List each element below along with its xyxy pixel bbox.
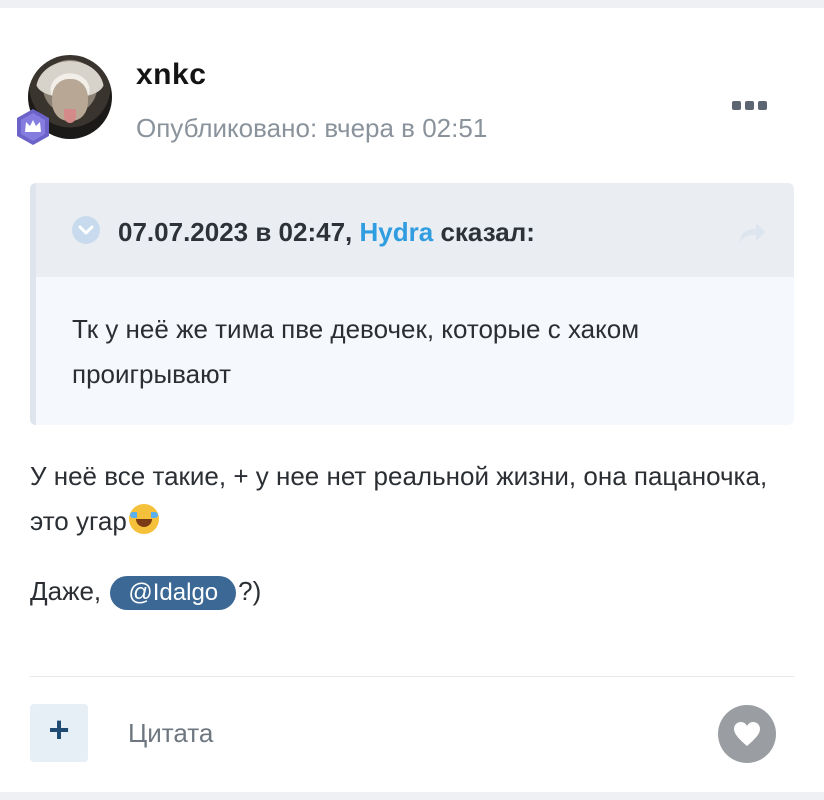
user-mention[interactable]: @Idalgo (110, 576, 237, 610)
quote-header: 07.07.2023 в 02:47, Hydra сказал: (36, 183, 794, 277)
ellipsis-icon[interactable] (730, 94, 770, 118)
post-paragraph: У неё все такие, + у нее нет реальной жи… (30, 454, 790, 544)
post-card: xnkc Опубликовано: вчера в 02:51 07.07.2… (0, 8, 824, 792)
heart-icon (734, 722, 760, 746)
line2-suffix: ?) (238, 576, 262, 606)
quote-said: сказал: (440, 217, 535, 247)
quote-text: Тк у неё же тима пве девочек, которые с … (72, 314, 640, 389)
plus-label: + (48, 709, 70, 750)
multiquote-plus-button[interactable]: + (30, 704, 88, 762)
share-arrow-icon[interactable] (736, 221, 768, 250)
quoted-user-link[interactable]: Hydra (360, 217, 434, 247)
post-timestamp[interactable]: Опубликовано: вчера в 02:51 (136, 113, 487, 144)
footer-divider (30, 676, 794, 677)
quote-block: 07.07.2023 в 02:47, Hydra сказал: Тк у н… (30, 183, 794, 425)
post-line-mention: Даже, @Idalgo?) (30, 576, 261, 610)
line2-prefix: Даже, (30, 576, 102, 606)
author-name[interactable]: xnkc (136, 58, 206, 92)
bottom-strip (0, 792, 824, 800)
quote-button[interactable]: Цитата (128, 718, 213, 749)
quote-attribution: 07.07.2023 в 02:47, Hydra сказал: (118, 217, 535, 248)
tears-of-joy-emoji (128, 504, 159, 534)
crown-badge-icon (14, 108, 52, 146)
quote-date: 07.07.2023 в 02:47, (118, 217, 353, 247)
like-button[interactable] (718, 705, 776, 763)
chevron-down-icon[interactable] (72, 216, 100, 244)
top-strip (0, 0, 824, 8)
